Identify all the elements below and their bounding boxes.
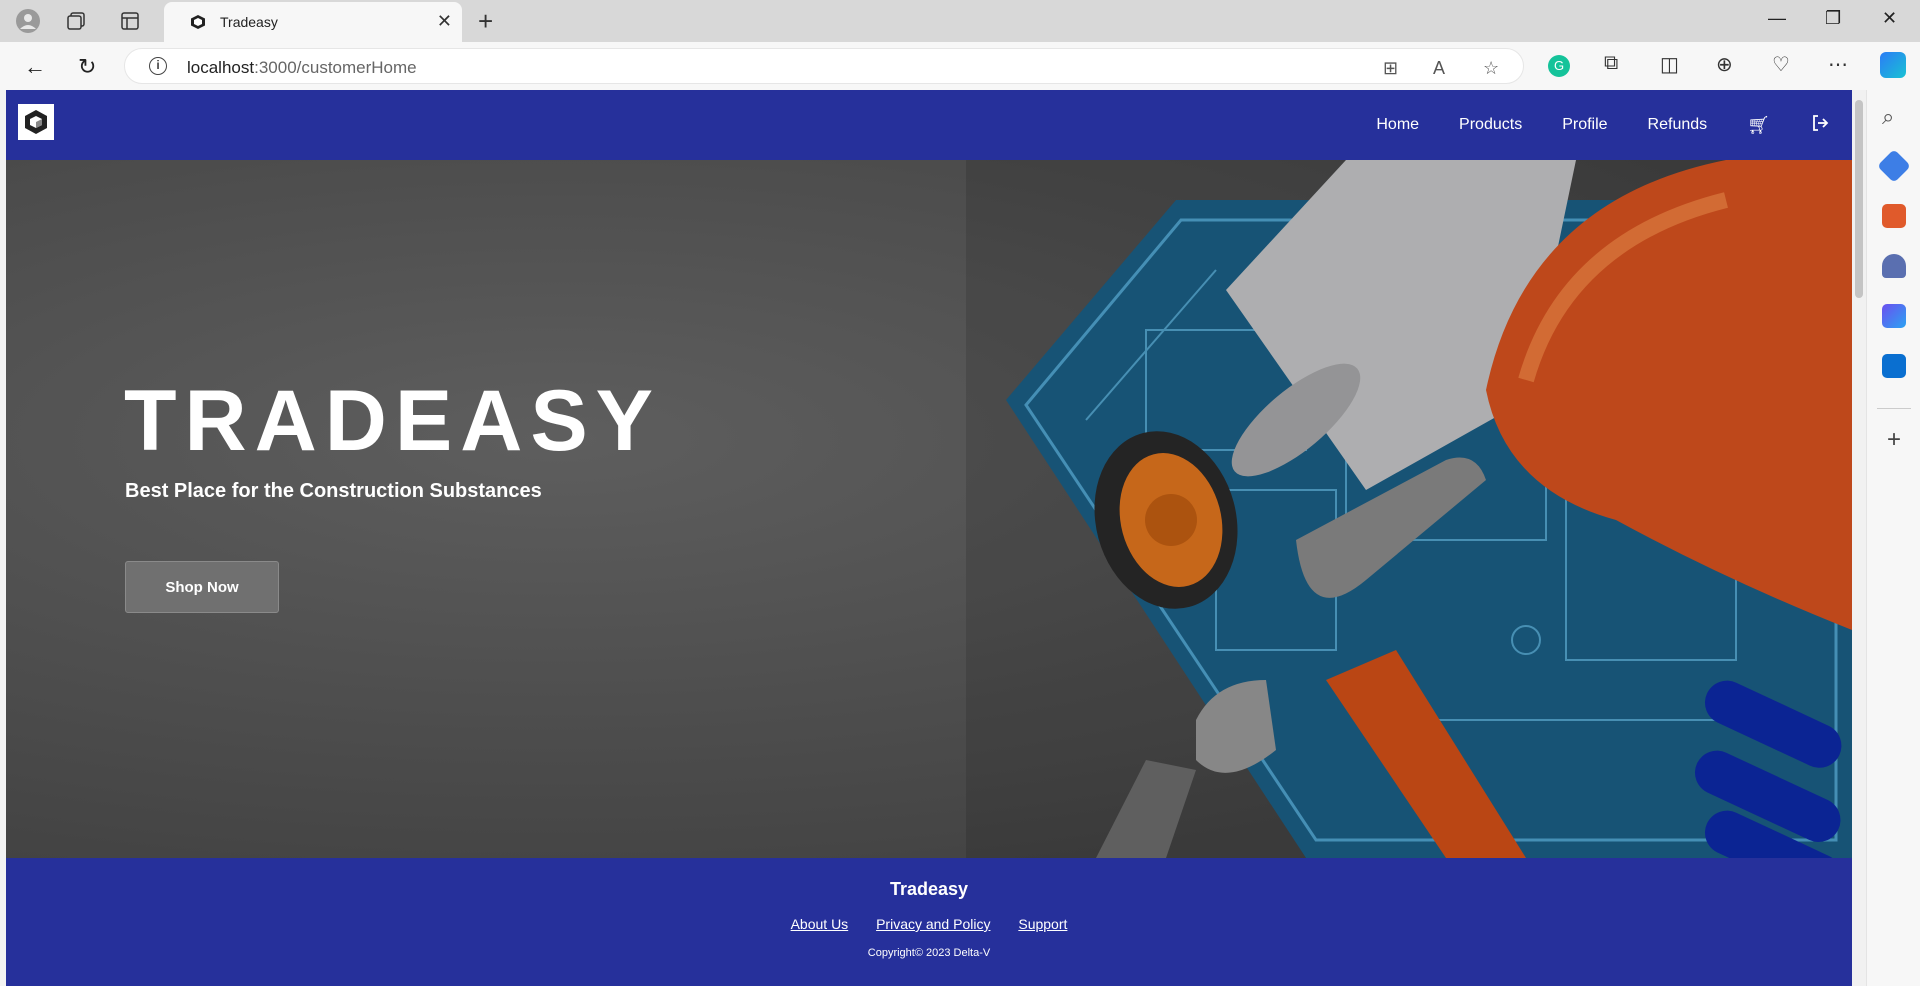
back-icon[interactable]: ← <box>24 54 46 80</box>
read-aloud-icon[interactable]: A <box>1433 58 1445 79</box>
footer-links: About Us Privacy and Policy Support <box>6 916 1852 932</box>
nav-home[interactable]: Home <box>1376 116 1419 134</box>
refresh-icon[interactable]: ↻ <box>78 54 96 80</box>
hero-title: TRADEASY <box>124 373 662 469</box>
new-tab-icon[interactable]: + <box>478 6 493 37</box>
more-options-icon[interactable]: ⋯ <box>1828 52 1848 77</box>
copilot-icon[interactable] <box>1880 52 1906 78</box>
browser-titlebar: Tradeasy ✕ + — ❐ ✕ <box>0 0 1920 42</box>
construction-tools-image <box>966 160 1852 858</box>
address-bar-row: ← ↻ i localhost:3000/customerHome ⊞ A ☆ … <box>0 42 1920 90</box>
microsoft365-icon[interactable] <box>1882 304 1906 328</box>
web-page: Home Products Profile Refunds 🛒︎ TRADEAS… <box>6 90 1852 986</box>
profile-icon[interactable] <box>14 8 42 34</box>
hero-subtitle: Best Place for the Construction Substanc… <box>125 480 542 502</box>
add-sidebar-app-icon[interactable]: + <box>1882 428 1906 452</box>
nav-products[interactable]: Products <box>1459 116 1522 134</box>
tab-favicon-icon <box>191 15 205 29</box>
nav-refunds[interactable]: Refunds <box>1648 116 1708 134</box>
scrollbar-thumb[interactable] <box>1855 100 1863 298</box>
url-text[interactable]: localhost:3000/customerHome <box>187 58 417 78</box>
address-bar[interactable]: i localhost:3000/customerHome ⊞ A ☆ <box>124 48 1524 84</box>
games-icon[interactable] <box>1882 254 1906 278</box>
close-window-icon[interactable]: ✕ <box>1882 8 1897 29</box>
minimize-icon[interactable]: — <box>1768 8 1786 29</box>
nav-links: Home Products Profile Refunds 🛒︎ <box>1376 90 1852 160</box>
split-screen-icon[interactable]: ◫ <box>1660 52 1679 77</box>
footer-link-privacy[interactable]: Privacy and Policy <box>876 916 990 932</box>
hero-banner: TRADEASY Best Place for the Construction… <box>6 160 1852 858</box>
tab-title: Tradeasy <box>220 14 278 30</box>
logout-icon[interactable] <box>1810 113 1830 138</box>
extensions-icon[interactable]: ⧉ <box>1604 52 1618 75</box>
site-footer: Tradeasy About Us Privacy and Policy Sup… <box>6 858 1852 986</box>
shop-now-button[interactable]: Shop Now <box>125 561 279 613</box>
nav-profile[interactable]: Profile <box>1562 116 1607 134</box>
footer-link-about[interactable]: About Us <box>791 916 849 932</box>
search-icon[interactable]: ⌕ <box>1882 104 1906 129</box>
grammarly-icon[interactable]: G <box>1548 55 1570 77</box>
logo-icon[interactable] <box>18 104 54 140</box>
page-scrollbar[interactable] <box>1852 90 1866 986</box>
favorite-star-icon[interactable]: ☆ <box>1483 58 1499 79</box>
workspaces-icon[interactable] <box>62 8 90 34</box>
site-info-icon[interactable]: i <box>149 57 167 75</box>
footer-title: Tradeasy <box>889 879 969 899</box>
outlook-icon[interactable] <box>1882 354 1906 378</box>
site-navbar: Home Products Profile Refunds 🛒︎ <box>6 90 1852 160</box>
close-tab-icon[interactable]: ✕ <box>437 11 452 32</box>
tools-icon[interactable] <box>1882 204 1906 228</box>
browser-essentials-icon[interactable]: ♡ <box>1772 52 1790 77</box>
shopping-tag-icon[interactable] <box>1877 149 1911 183</box>
browser-sidebar: ⌕ + <box>1866 90 1920 986</box>
browser-tab[interactable]: Tradeasy ✕ <box>164 2 462 42</box>
footer-copyright: Copyright© 2023 Delta-V <box>867 947 991 959</box>
restore-icon[interactable]: ❐ <box>1825 8 1841 29</box>
cart-icon[interactable]: 🛒︎ <box>1747 115 1770 136</box>
sidebar-divider <box>1877 408 1911 409</box>
tab-actions-icon[interactable] <box>116 8 144 34</box>
collections-icon[interactable]: ⊕ <box>1716 52 1733 77</box>
app-available-icon[interactable]: ⊞ <box>1383 58 1398 79</box>
footer-link-support[interactable]: Support <box>1018 916 1067 932</box>
